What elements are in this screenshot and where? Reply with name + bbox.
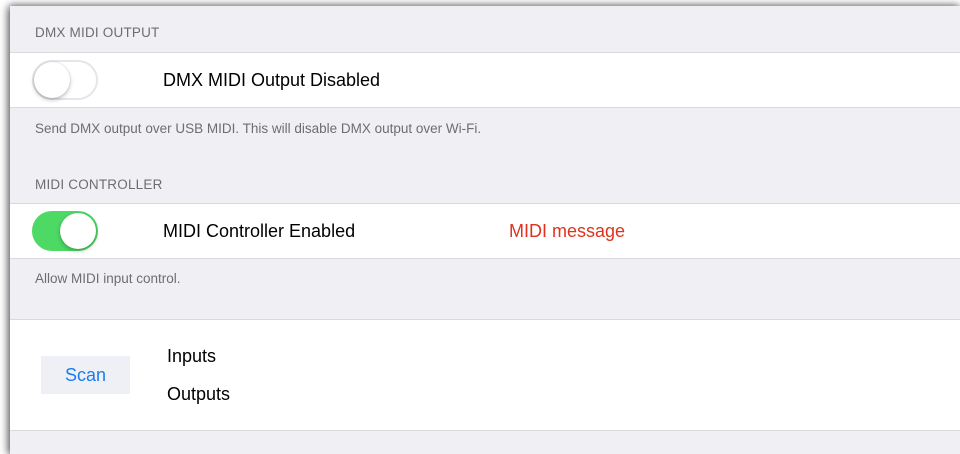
outputs-label: Outputs bbox=[167, 384, 231, 404]
midi-message-label: MIDI message bbox=[509, 221, 626, 241]
scan-button[interactable]: Scan bbox=[41, 356, 130, 394]
midi-controller-header: MIDI CONTROLLER bbox=[35, 177, 163, 192]
dmx-midi-output-footer: Send DMX output over USB MIDI. This will… bbox=[35, 121, 482, 136]
midi-ports-row: Scan Inputs Outputs bbox=[10, 319, 960, 431]
toggle-knob bbox=[60, 213, 96, 249]
midi-controller-row: MIDI Controller Enabled MIDI message bbox=[10, 203, 960, 259]
toggle-knob bbox=[34, 62, 70, 98]
dmx-midi-output-row: DMX MIDI Output Disabled bbox=[10, 52, 960, 108]
settings-panel: DMX MIDI OUTPUT DMX MIDI Output Disabled… bbox=[10, 6, 960, 454]
dmx-midi-output-label: DMX MIDI Output Disabled bbox=[163, 70, 381, 90]
dmx-midi-output-toggle[interactable] bbox=[32, 60, 98, 100]
inputs-label: Inputs bbox=[167, 346, 217, 366]
dmx-midi-output-header: DMX MIDI OUTPUT bbox=[35, 25, 160, 40]
midi-controller-footer: Allow MIDI input control. bbox=[35, 271, 181, 286]
midi-controller-label: MIDI Controller Enabled bbox=[163, 221, 356, 241]
midi-controller-toggle[interactable] bbox=[32, 211, 98, 251]
